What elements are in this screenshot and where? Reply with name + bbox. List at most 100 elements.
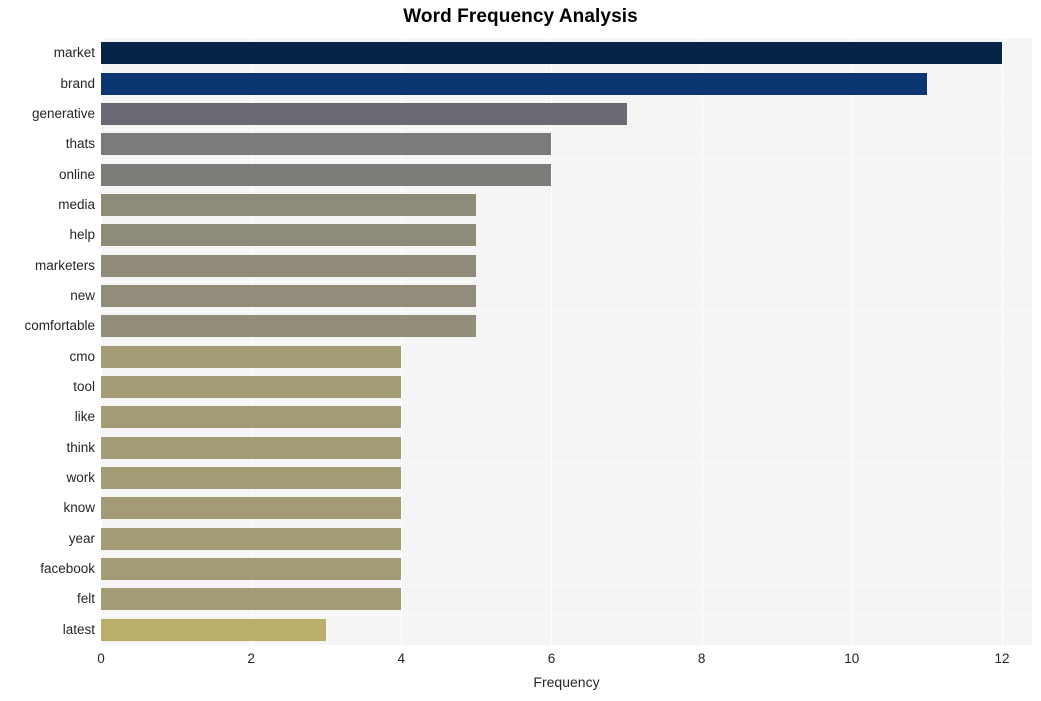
x-axis-tick-label: 4 (397, 651, 406, 666)
chart-title: Word Frequency Analysis (403, 6, 638, 27)
horizontal-gridline (101, 493, 1032, 495)
horizontal-gridline (101, 129, 1032, 131)
vertical-gridline (551, 38, 553, 645)
bar-fill (101, 527, 402, 550)
bar-fill (101, 588, 402, 611)
horizontal-gridline (101, 159, 1032, 161)
bar (101, 376, 402, 399)
y-axis-tick-label: year (68, 530, 95, 546)
y-axis-tick-label: online (58, 166, 95, 182)
y-axis-tick-label: facebook (40, 561, 95, 577)
bar-fill (101, 436, 402, 459)
bar (101, 436, 402, 459)
bar-fill (101, 376, 402, 399)
y-axis-tick-label: work (66, 470, 95, 486)
y-axis-tick-labels: market brand generative thats online media hel… (0, 38, 95, 645)
bar-fill (101, 224, 477, 247)
x-axis-tick-label: 0 (97, 651, 105, 666)
y-axis-tick-label: media (58, 196, 95, 212)
bar (101, 72, 927, 95)
horizontal-gridline (101, 280, 1032, 282)
bar (101, 345, 402, 368)
vertical-gridline (1001, 38, 1003, 645)
horizontal-gridline (101, 432, 1032, 434)
bar (101, 254, 477, 277)
vertical-gridline (851, 38, 853, 645)
y-axis-tick-label: brand (60, 75, 95, 91)
plot-area (101, 38, 1032, 645)
x-axis-tick-label: 6 (547, 651, 556, 666)
bar (101, 406, 402, 429)
bar (101, 42, 1002, 65)
y-axis-tick-label: think (66, 439, 95, 455)
horizontal-gridline (101, 311, 1032, 313)
horizontal-gridline (101, 98, 1032, 100)
horizontal-gridline (101, 553, 1032, 555)
bar-fill (101, 497, 402, 520)
x-axis-tick-label: 2 (247, 651, 255, 666)
vertical-gridline (401, 38, 403, 645)
bar-fill (101, 406, 402, 429)
bar-fill (101, 42, 1002, 65)
y-axis-tick-label: thats (65, 136, 95, 152)
bar (101, 284, 477, 307)
bar (101, 133, 552, 156)
x-axis-tick-label: 12 (994, 651, 1010, 666)
y-axis-tick-label: marketers (34, 257, 95, 273)
y-axis-tick-label: help (69, 227, 95, 243)
x-axis-tick-label: 8 (697, 651, 706, 666)
x-axis-tick-labels: 0 2 4 6 8 10 12 (97, 645, 1032, 675)
vertical-gridline (101, 38, 102, 645)
horizontal-gridline (101, 584, 1032, 586)
horizontal-gridline (101, 462, 1032, 464)
horizontal-gridline (101, 68, 1032, 70)
bar-fill (101, 558, 402, 581)
horizontal-gridline (101, 189, 1032, 191)
bar-fill (101, 467, 402, 490)
bar (101, 102, 627, 125)
horizontal-gridline (101, 371, 1032, 373)
bar-fill (101, 133, 552, 156)
y-axis-tick-label: know (63, 500, 95, 516)
chart-figure: Word Frequency Analysis market brand gener… (0, 0, 1041, 701)
bar-fill (101, 102, 627, 125)
bar-fill (101, 193, 477, 216)
y-axis-tick-label: tool (73, 379, 95, 395)
bar (101, 467, 402, 490)
bar-fill (101, 315, 477, 338)
horizontal-gridline (101, 614, 1032, 616)
x-axis-label: Frequency (533, 674, 600, 690)
bar-fill (101, 345, 402, 368)
horizontal-gridline (101, 402, 1032, 404)
bar (101, 527, 402, 550)
bar (101, 224, 477, 247)
y-axis-tick-label: cmo (69, 348, 95, 364)
y-axis-tick-label: felt (76, 591, 95, 607)
vertical-gridline (251, 38, 253, 645)
bar (101, 588, 402, 611)
bar (101, 315, 477, 338)
bar (101, 163, 552, 186)
horizontal-gridline (101, 523, 1032, 525)
horizontal-gridline (101, 38, 1032, 39)
horizontal-gridline (101, 250, 1032, 252)
x-axis-tick-label: 10 (844, 651, 860, 666)
bar-fill (101, 284, 477, 307)
y-axis-tick-label: comfortable (24, 318, 95, 334)
y-axis-tick-label: market (53, 45, 95, 61)
horizontal-gridline (101, 220, 1032, 222)
bar (101, 618, 327, 641)
bar-fill (101, 254, 477, 277)
y-axis-tick-label: generative (31, 105, 95, 121)
bar-fill (101, 72, 927, 95)
bar (101, 193, 477, 216)
bar (101, 558, 402, 581)
y-axis-tick-label: latest (62, 621, 95, 637)
bar-fill (101, 163, 552, 186)
horizontal-gridline (101, 341, 1032, 343)
bar-fill (101, 618, 327, 641)
bar (101, 497, 402, 520)
y-axis-tick-label: new (70, 287, 95, 303)
y-axis-tick-label: like (74, 409, 95, 425)
vertical-gridline (701, 38, 703, 645)
